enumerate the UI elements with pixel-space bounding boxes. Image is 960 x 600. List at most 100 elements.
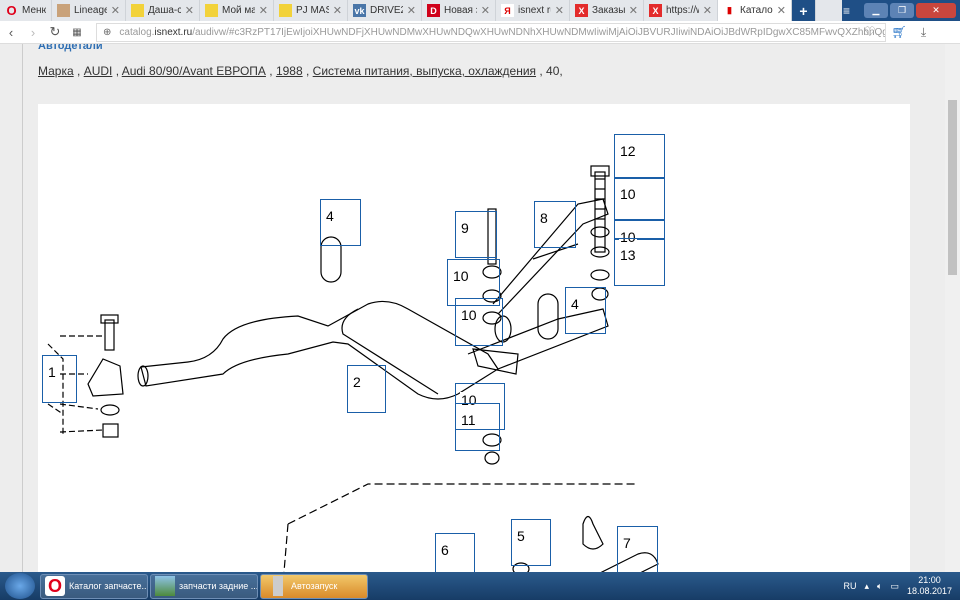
tab[interactable]: Мой мален ✕ — [200, 0, 274, 21]
section-title: Автодетали — [38, 44, 103, 52]
page-content: Автодетали Марка , AUDI , Audi 80/90/Ava… — [0, 44, 960, 572]
close-tab-icon[interactable]: ✕ — [185, 4, 194, 17]
part-number: 10 — [452, 268, 470, 284]
part-callout[interactable]: 12 — [614, 134, 665, 179]
scrollbar-thumb[interactable] — [948, 100, 957, 275]
tab[interactable]: D Новая запи ✕ — [422, 0, 496, 21]
breadcrumb-link[interactable]: 1988 — [276, 64, 303, 78]
start-button[interactable] — [5, 573, 35, 599]
close-tab-icon[interactable]: ✕ — [333, 4, 342, 17]
favicon-icon — [205, 4, 218, 17]
windows-taskbar: O Каталог запчасте... запчасти задние ...… — [0, 572, 960, 600]
address-bar-row: ‹ › ↻ ▦ ⊕ catalog. isnext.ru/audivw/#c3RzP… — [0, 21, 960, 44]
close-tab-icon[interactable]: ✕ — [481, 4, 490, 17]
clock[interactable]: 21:00 18.08.2017 — [907, 575, 952, 597]
show-hidden-icons[interactable]: ▴ — [865, 581, 870, 592]
part-number: 11 — [460, 412, 477, 428]
close-tab-icon[interactable]: ✕ — [703, 4, 712, 17]
forward-button[interactable]: › — [22, 25, 44, 40]
url-field[interactable]: ⊕ catalog. isnext.ru/audivw/#c3RzPT17IjEwI… — [96, 22, 886, 42]
part-callout[interactable]: 8 — [534, 201, 576, 248]
separator: , — [536, 64, 547, 78]
part-callout[interactable]: 4 — [565, 287, 606, 334]
volume-icon[interactable]: 🔈︎ — [877, 581, 882, 592]
tab[interactable]: Lineage 2 – ✕ — [52, 0, 126, 21]
network-icon[interactable]: ▭ — [890, 581, 899, 592]
breadcrumb: Марка , AUDI , Audi 80/90/Avant ЕВРОПА ,… — [38, 64, 563, 78]
reload-button[interactable]: ↻ — [44, 24, 66, 40]
minimize-button[interactable]: ▁ — [864, 3, 888, 18]
breadcrumb-link[interactable]: Марка — [38, 64, 74, 78]
favicon-icon — [57, 4, 70, 17]
close-tab-icon[interactable]: ✕ — [407, 4, 416, 17]
close-tab-icon[interactable]: ✕ — [111, 4, 120, 17]
image-viewer-icon — [155, 576, 175, 596]
breadcrumb-link[interactable]: AUDI — [84, 64, 113, 78]
part-number: 4 — [325, 208, 335, 224]
tab-bar: OМеню Lineage 2 –✕Даша-след✕Мой мален✕PJ… — [0, 0, 960, 21]
separator: , — [73, 64, 84, 78]
close-tab-icon[interactable]: ✕ — [555, 4, 564, 17]
part-callout[interactable]: 11 — [455, 403, 500, 451]
maximize-button[interactable]: ❐ — [890, 3, 914, 18]
breadcrumb-link[interactable]: Audi 80/90/Avant ЕВРОПА — [122, 64, 266, 78]
globe-icon: ⊕ — [103, 26, 112, 38]
favicon-icon — [279, 4, 292, 17]
divider — [22, 44, 23, 572]
tab-title: PJ MASKS г — [296, 5, 329, 16]
part-callout[interactable]: 2 — [347, 365, 386, 413]
download-icon[interactable]: ⤓ — [921, 25, 926, 40]
tab-title: Lineage 2 – — [74, 5, 107, 16]
separator: , — [112, 64, 122, 78]
close-tab-icon[interactable]: ✕ — [629, 4, 638, 17]
close-tab-icon[interactable]: ✕ — [259, 4, 268, 17]
tab-title: https://www — [666, 5, 699, 16]
part-callout[interactable]: 7 — [617, 526, 658, 572]
part-callout[interactable]: 9 — [455, 211, 497, 258]
part-number: 6 — [440, 542, 450, 558]
favicon-icon: vk — [353, 4, 366, 17]
part-callout[interactable]: 6 — [435, 533, 475, 572]
close-button[interactable]: ✕ — [916, 3, 956, 18]
menu-button[interactable]: OМеню — [0, 0, 52, 21]
tab-menu-icon[interactable]: ≡ — [843, 4, 850, 18]
opera-logo-icon: O — [6, 3, 17, 18]
favicon-icon: X — [575, 4, 588, 17]
separator: , — [265, 64, 276, 78]
favicon-icon: Я — [501, 4, 514, 17]
part-number: 9 — [460, 220, 470, 236]
cart-icon[interactable]: 🛒︎ — [892, 25, 907, 39]
part-callout[interactable]: 10 — [455, 298, 503, 346]
speed-dial-icon[interactable]: ▦ — [66, 27, 88, 38]
tab[interactable]: Xhttps://www ✕ — [644, 0, 718, 21]
part-callout[interactable]: 1 — [42, 355, 77, 403]
back-button[interactable]: ‹ — [0, 25, 22, 40]
tab[interactable]: ▮ Каталог зап ✕ — [718, 0, 792, 21]
tab[interactable]: Даша-след ✕ — [126, 0, 200, 21]
part-callout[interactable]: 10 — [614, 220, 665, 245]
part-number: 8 — [539, 210, 549, 226]
vertical-scrollbar[interactable] — [945, 44, 960, 572]
close-tab-icon[interactable]: ✕ — [777, 4, 786, 17]
favicon-icon: ▮ — [723, 4, 736, 17]
part-number: 12 — [619, 143, 637, 159]
language-indicator[interactable]: RU — [844, 581, 857, 591]
breadcrumb-link[interactable]: Система питания, выпуска, охлаждения — [313, 64, 536, 78]
new-tab-button[interactable]: + — [792, 0, 816, 21]
part-callout[interactable]: 4 — [320, 199, 361, 246]
taskbar-item-autorun[interactable]: Автозапуск — [260, 573, 368, 599]
taskbar-item-opera[interactable]: O Каталог запчасте... — [40, 573, 148, 599]
tab-title: Заказы — [592, 5, 625, 16]
tab-title: Даша-след — [148, 5, 181, 16]
tab[interactable]: Яisnext ru — ✕ — [496, 0, 570, 21]
bookmark-heart-icon[interactable]: ♡ — [864, 24, 876, 40]
tab[interactable]: PJ MASKS г ✕ — [274, 0, 348, 21]
tab[interactable]: vk DRIVE2.RU ✕ — [348, 0, 422, 21]
part-callout[interactable]: 5 — [511, 519, 551, 566]
part-callout[interactable]: 10 — [614, 177, 665, 220]
tab-title: Новая запи — [444, 5, 477, 16]
window-controls: ≡ ▁ ❐ ✕ — [842, 0, 960, 21]
taskbar-item-photos[interactable]: запчасти задние ... — [150, 573, 258, 599]
tab[interactable]: X Заказы ✕ — [570, 0, 644, 21]
part-callout[interactable]: 13 — [614, 238, 665, 286]
